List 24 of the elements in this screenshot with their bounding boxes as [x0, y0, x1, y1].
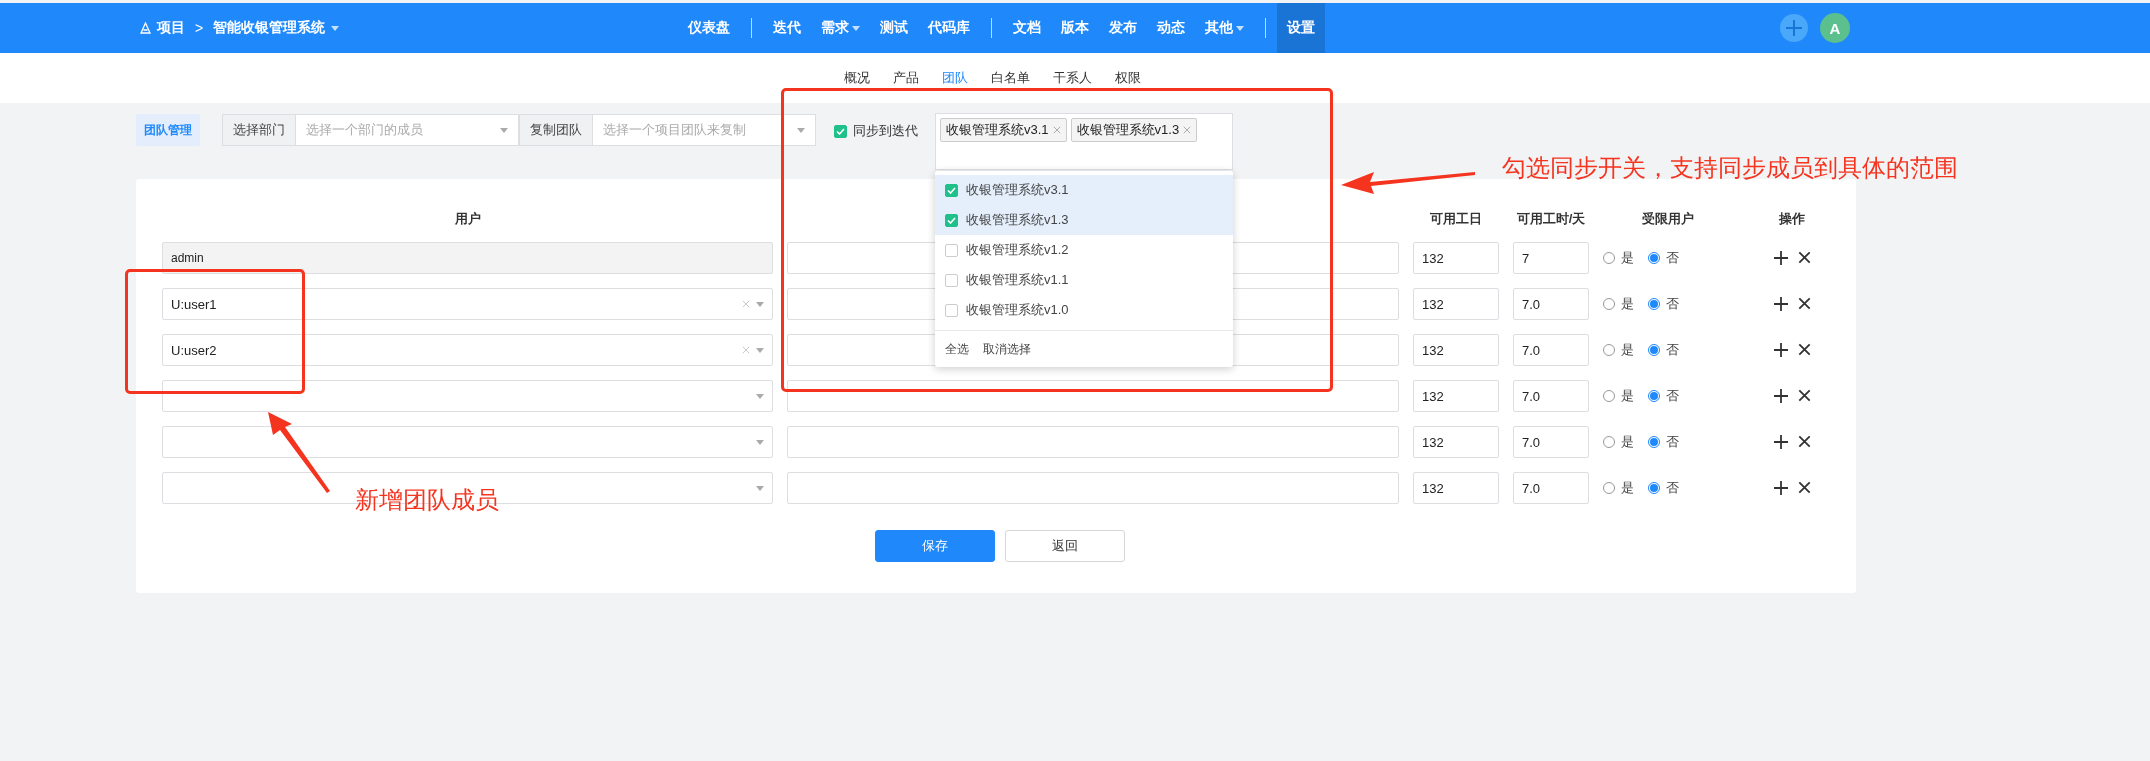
- breadcrumb-separator: >: [195, 20, 204, 36]
- user-field: admin: [162, 242, 773, 274]
- radio-label: 是: [1621, 479, 1634, 497]
- radio-label: 是: [1621, 433, 1634, 451]
- section-badge: 团队管理: [136, 114, 200, 146]
- radio-label: 是: [1621, 341, 1634, 359]
- column-header: 用户: [453, 210, 482, 228]
- annotation-text: 勾选同步开关，支持同步成员到具体的范围: [1502, 153, 1958, 183]
- column-header: 可用工时/天: [1515, 210, 1587, 228]
- radio-label: 否: [1666, 249, 1679, 267]
- select-label: 选择部门: [223, 115, 296, 145]
- radio-label: 是: [1621, 249, 1634, 267]
- radio-label: 是: [1621, 295, 1634, 313]
- radio-label: 是: [1621, 387, 1634, 405]
- select-label: 复制团队: [520, 115, 593, 145]
- column-header: 可用工日: [1429, 210, 1483, 228]
- radio-label: 否: [1666, 433, 1679, 451]
- column-header: 受限用户: [1641, 210, 1695, 228]
- radio-label: 否: [1666, 387, 1679, 405]
- radio-label: 否: [1666, 341, 1679, 359]
- annotation-text: 新增团队成员: [355, 485, 499, 515]
- radio-label: 否: [1666, 295, 1679, 313]
- radio-label: 否: [1666, 479, 1679, 497]
- column-header: 操作: [1778, 210, 1806, 228]
